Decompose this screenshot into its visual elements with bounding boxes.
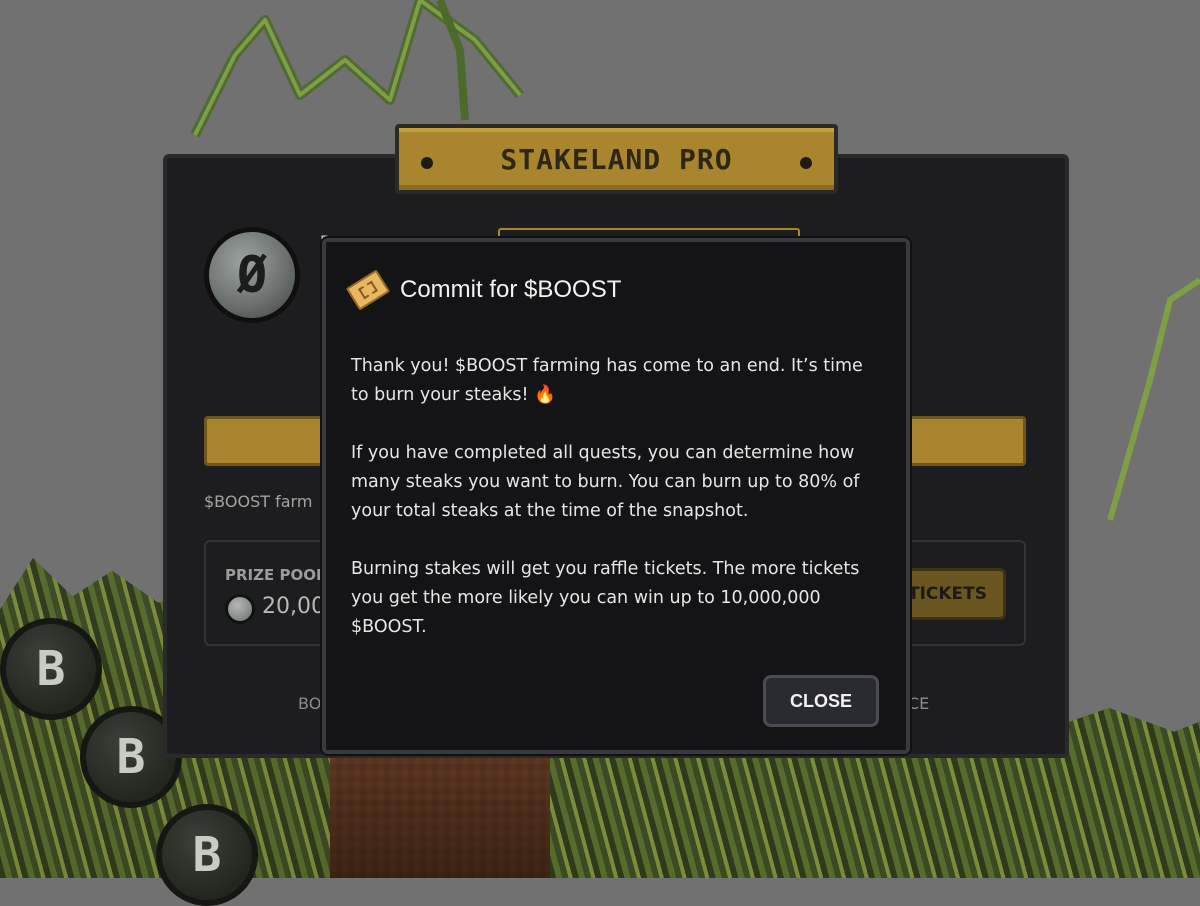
modal-paragraph: Thank you! $BOOST farming has come to an… — [351, 356, 863, 405]
title-plate: STAKELAND PRO — [395, 124, 838, 194]
avatar: Ø — [204, 227, 300, 323]
modal-paragraph: If you have completed all quests, you ca… — [351, 443, 860, 521]
footer-right-text: CE — [908, 694, 930, 713]
modal-body: Thank you! $BOOST farming has come to an… — [351, 352, 881, 671]
prize-pool-value: 20,00 — [262, 594, 325, 619]
modal-header: Commit for $BOOST — [345, 269, 622, 311]
farm-status-text: $BOOST farm — [204, 492, 313, 511]
rivet-icon — [800, 157, 812, 169]
coin-glyph: B — [36, 641, 66, 697]
prize-pool-label: PRIZE POOL — [225, 566, 326, 584]
coin-glyph: B — [116, 729, 146, 785]
avatar-glyph: Ø — [236, 246, 268, 304]
coin-icon: B — [156, 804, 258, 906]
rivet-icon — [421, 157, 433, 169]
close-button[interactable]: CLOSE — [763, 675, 879, 727]
modal-paragraph: Burning stakes will get you raffle ticke… — [351, 559, 860, 637]
boost-coin-icon — [225, 594, 255, 624]
coin-glyph: B — [192, 827, 222, 883]
footer-left-text: BO — [298, 694, 322, 713]
coin-icon: B — [0, 618, 102, 720]
modal-title: Commit for $BOOST — [400, 276, 622, 303]
page-title: STAKELAND PRO — [500, 142, 733, 176]
